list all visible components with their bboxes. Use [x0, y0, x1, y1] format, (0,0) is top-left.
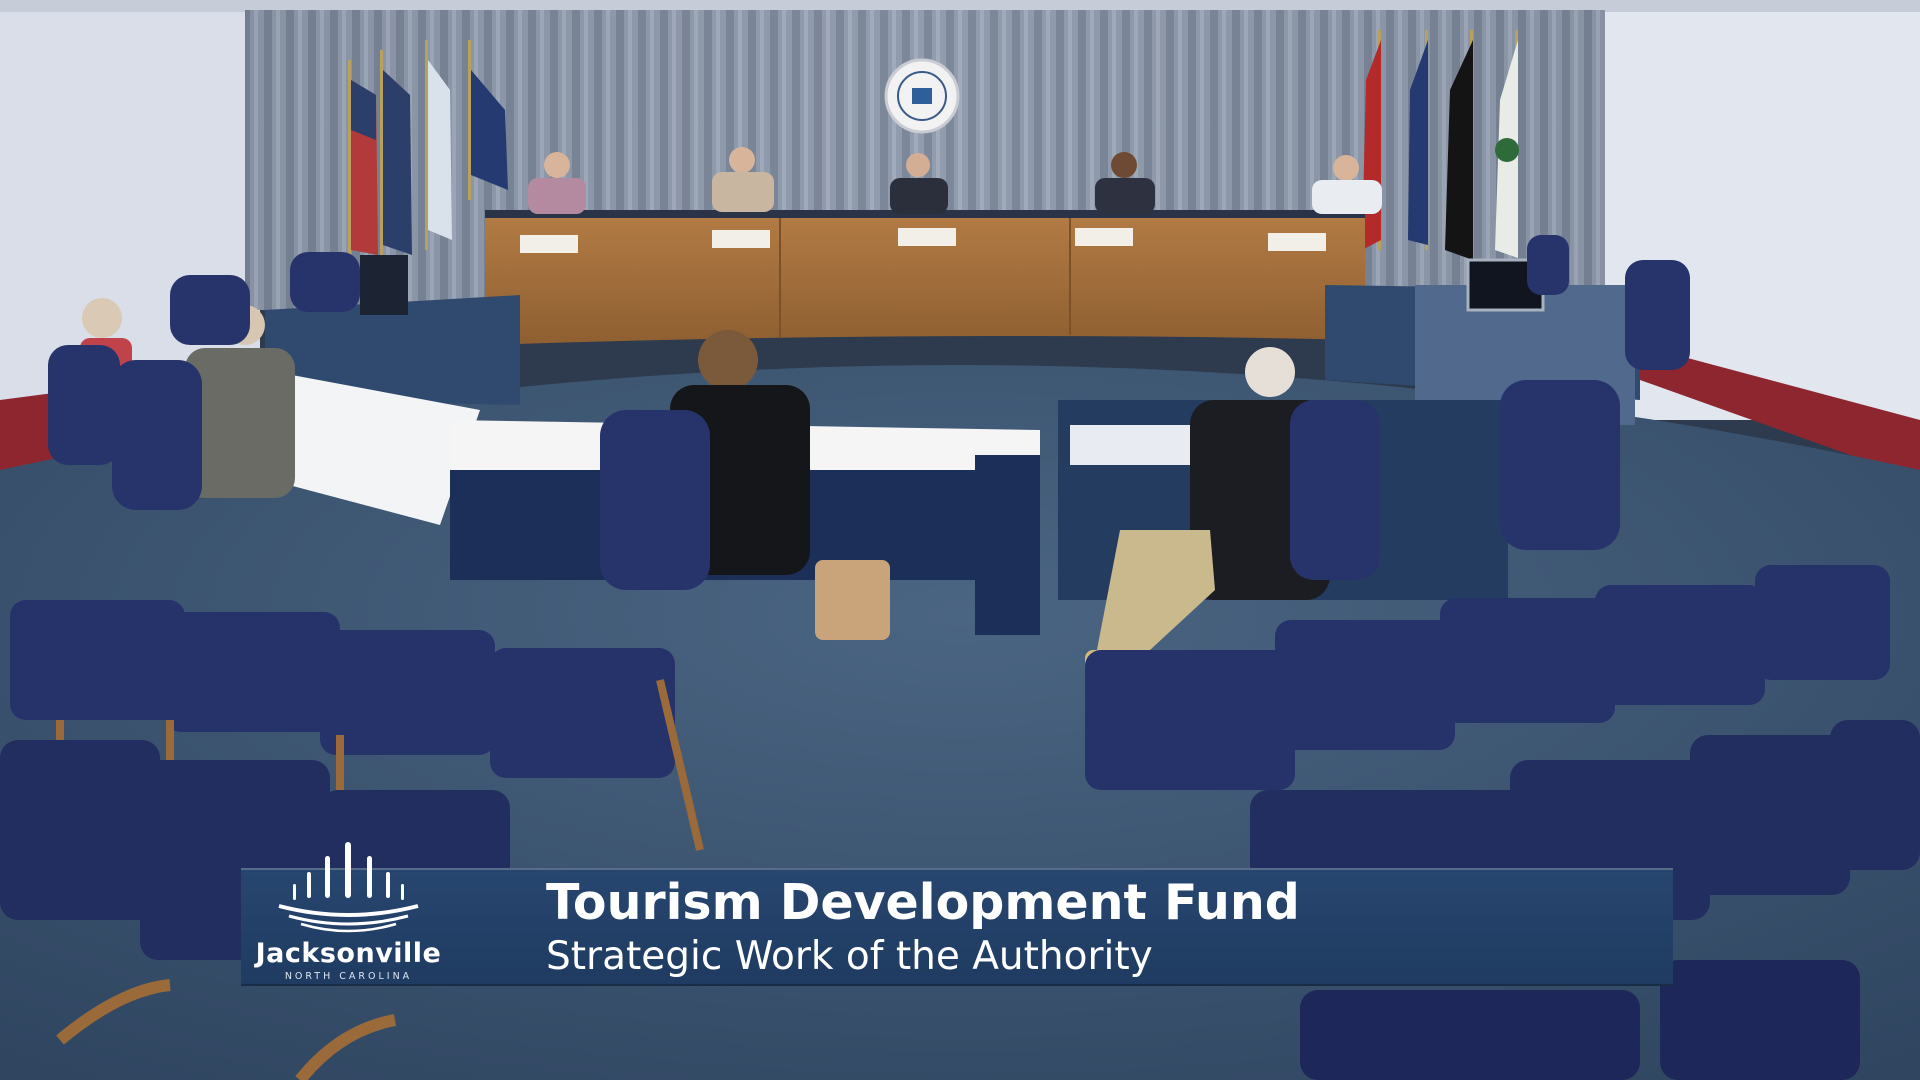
- jacksonville-logo: Jacksonville NORTH CAROLINA: [241, 842, 456, 988]
- logo-tagline: NORTH CAROLINA: [284, 971, 413, 982]
- banner-title: Tourism Development Fund: [546, 874, 1300, 931]
- council-dais: [485, 210, 1365, 345]
- logo-wordmark: Jacksonville: [255, 938, 442, 969]
- lower-third-banner: Jacksonville NORTH CAROLINA Tourism Deve…: [241, 842, 1673, 988]
- fountain-icon: [278, 842, 419, 933]
- city-seal: [884, 58, 960, 134]
- banner-subtitle: Strategic Work of the Authority: [546, 934, 1153, 979]
